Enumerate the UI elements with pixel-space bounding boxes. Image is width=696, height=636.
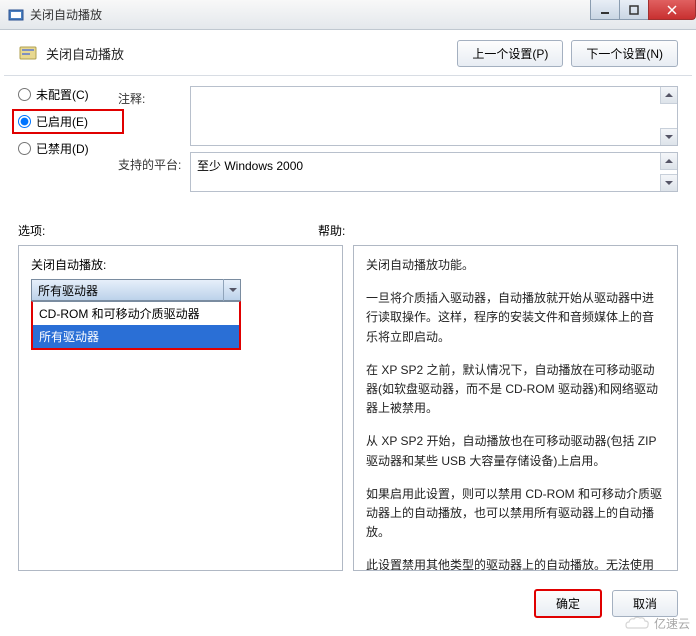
minimize-button[interactable] (590, 0, 620, 20)
radio-not-configured[interactable]: 未配置(C) (18, 86, 118, 103)
maximize-button[interactable] (619, 0, 649, 20)
combo-selected-value: 所有驱动器 (38, 282, 98, 299)
next-setting-button[interactable]: 下一个设置(N) (571, 40, 678, 67)
header: 关闭自动播放 上一个设置(P) 下一个设置(N) (0, 30, 696, 75)
help-label: 帮助: (318, 222, 618, 239)
combo-option[interactable]: CD-ROM 和可移动介质驱动器 (33, 302, 239, 325)
help-paragraph: 如果启用此设置，则可以禁用 CD-ROM 和可移动介质驱动器上的自动播放，也可以… (366, 485, 665, 543)
help-paragraph: 在 XP SP2 之前，默认情况下，自动播放在可移动驱动器(如软盘驱动器，而不是… (366, 361, 665, 419)
help-paragraph: 此设置禁用其他类型的驱动器上的自动播放。无法使用此设置在默认情况下已禁用的自动播… (366, 556, 665, 571)
scroll-up-icon[interactable] (660, 87, 677, 104)
help-paragraph: 关闭自动播放功能。 (366, 256, 665, 275)
page-title: 关闭自动播放 (46, 44, 457, 63)
ok-button[interactable]: 确定 (534, 589, 602, 618)
platform-label: 支持的平台: (118, 152, 190, 192)
footer: 确定 取消 (0, 581, 696, 626)
scroll-up-icon[interactable] (660, 153, 677, 170)
prev-setting-button[interactable]: 上一个设置(P) (457, 40, 563, 67)
drive-combo[interactable]: 所有驱动器 (31, 279, 241, 301)
help-panel: 关闭自动播放功能。 一旦将介质插入驱动器，自动播放就开始从驱动器中进行读取操作。… (353, 245, 678, 571)
scroll-down-icon[interactable] (660, 174, 677, 191)
close-button[interactable] (648, 0, 696, 20)
comment-textarea[interactable] (190, 86, 678, 146)
chevron-down-icon[interactable] (223, 279, 241, 301)
highlight-enabled: 已启用(E) (12, 109, 124, 134)
options-section-label: 关闭自动播放: (31, 256, 330, 273)
policy-icon (18, 44, 38, 64)
help-paragraph: 从 XP SP2 开始，自动播放也在可移动驱动器(包括 ZIP 驱动器和某些 U… (366, 432, 665, 470)
combo-dropdown-list: CD-ROM 和可移动介质驱动器 所有驱动器 (31, 301, 241, 350)
app-icon (8, 7, 24, 23)
titlebar: 关闭自动播放 (0, 0, 696, 30)
window-title: 关闭自动播放 (30, 6, 102, 23)
options-label: 选项: (18, 222, 318, 239)
comment-label: 注释: (118, 86, 190, 146)
platform-textarea[interactable]: 至少 Windows 2000 (190, 152, 678, 192)
config-section: 未配置(C) 已启用(E) 已禁用(D) 注释: 支持的平台: 至少 Windo… (0, 76, 696, 198)
radio-enabled[interactable]: 已启用(E) (18, 113, 118, 130)
combo-option-selected[interactable]: 所有驱动器 (33, 325, 239, 348)
scroll-down-icon[interactable] (660, 128, 677, 145)
radio-disabled[interactable]: 已禁用(D) (18, 140, 118, 157)
cancel-button[interactable]: 取消 (612, 590, 678, 617)
help-paragraph: 一旦将介质插入驱动器，自动播放就开始从驱动器中进行读取操作。这样，程序的安装文件… (366, 289, 665, 347)
options-panel: 关闭自动播放: 所有驱动器 CD-ROM 和可移动介质驱动器 所有驱动器 (18, 245, 343, 571)
